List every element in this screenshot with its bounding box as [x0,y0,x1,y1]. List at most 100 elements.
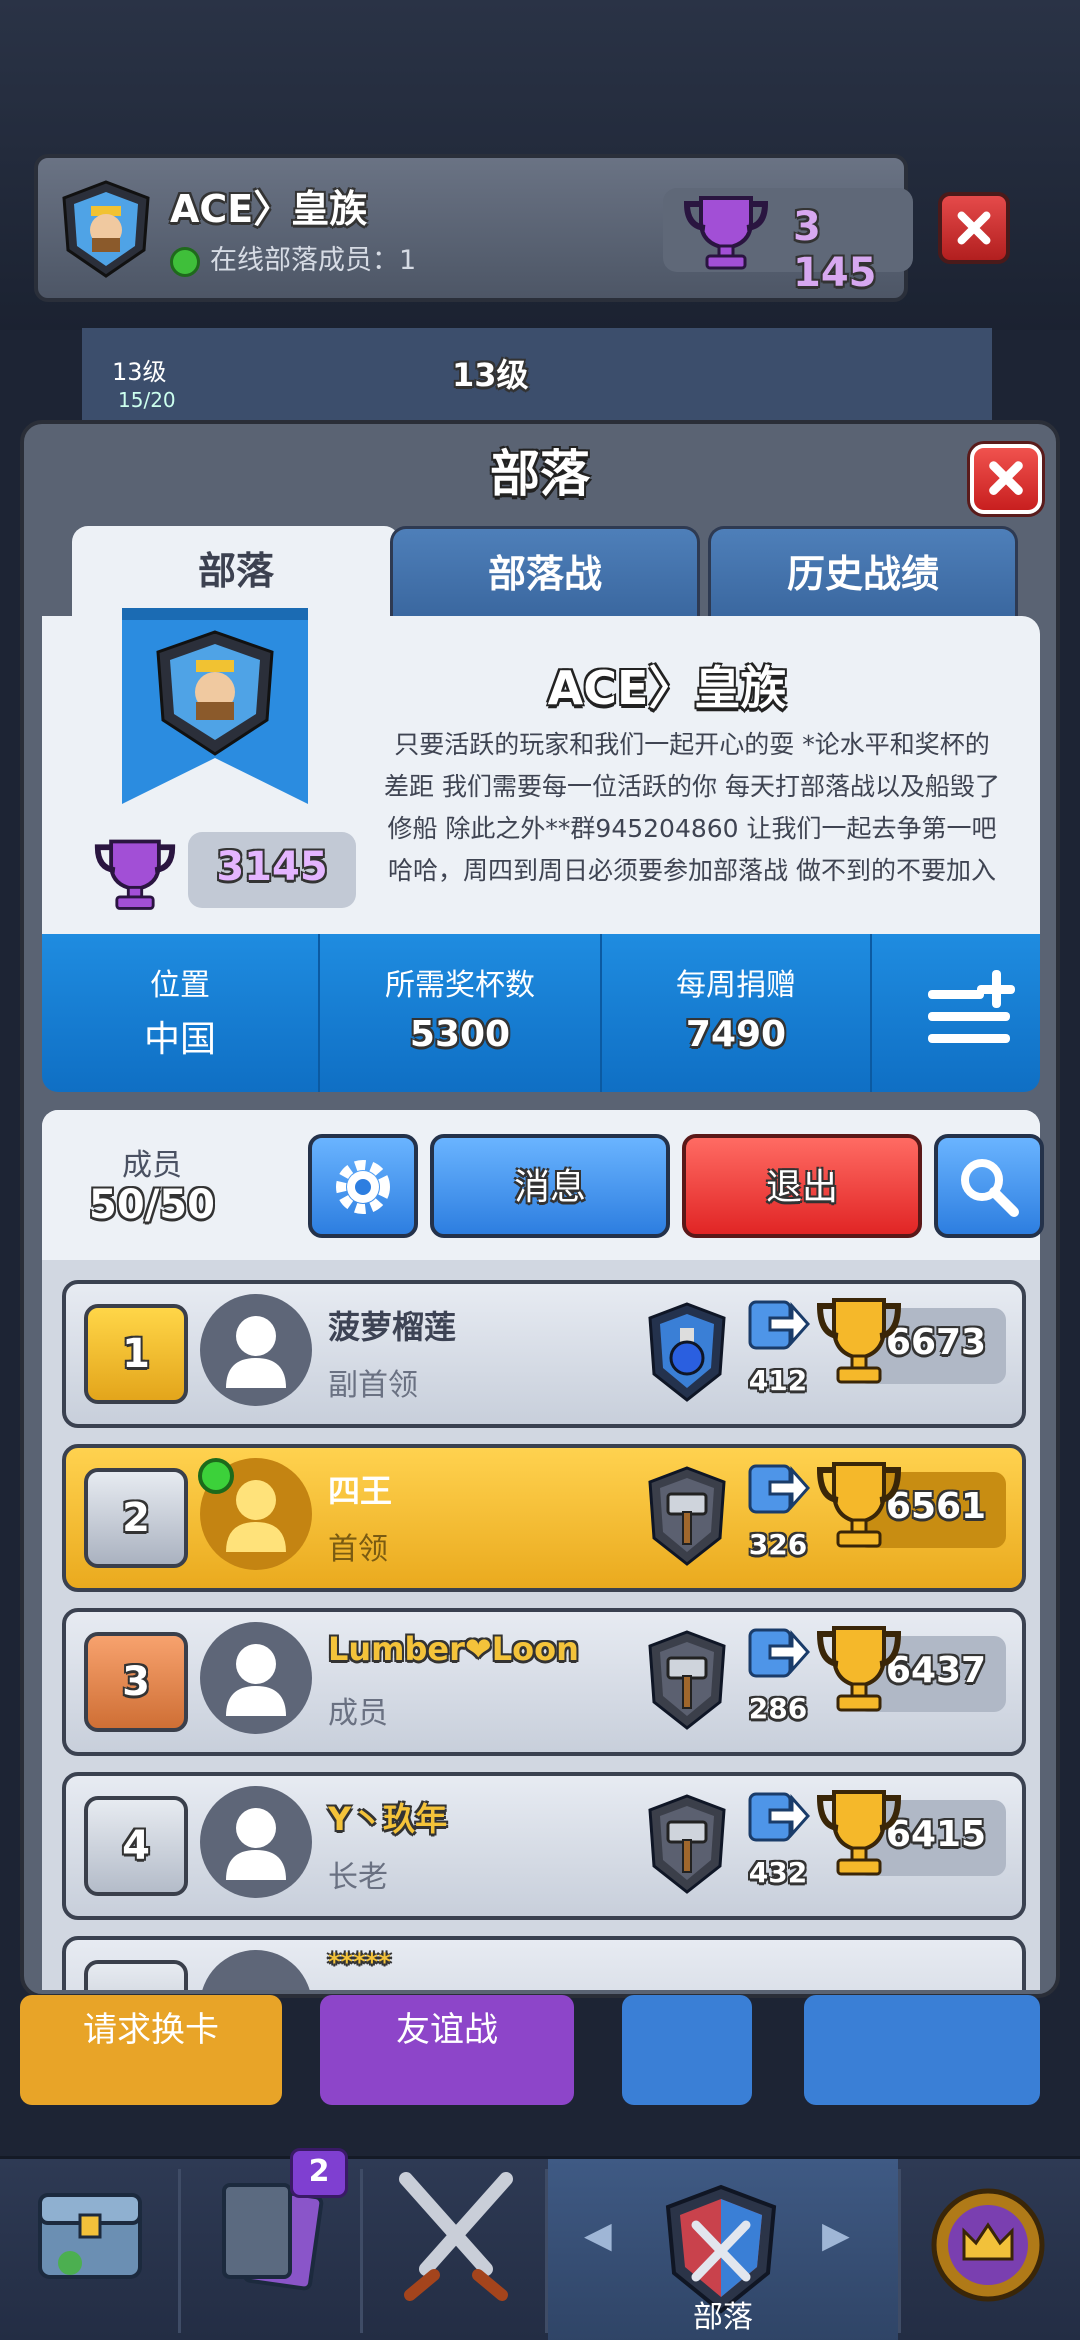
online-text: 在线部落成员：1 [210,245,417,276]
clan-name: ACE〉皇族 [170,187,368,231]
more-options-icon[interactable] [922,968,1018,1058]
member-role: 副首领 [328,1368,418,1403]
avatar [200,1950,312,1990]
trophy-icon [816,1790,902,1876]
member-name: 菠萝榴莲 [328,1308,457,1346]
nav-label-clan: 部落 [693,2300,753,2335]
stat-required-trophies: 所需奖杯数 5300 [320,934,602,1092]
member-row[interactable]: 5 ***** [62,1936,1026,1990]
request-cards-button[interactable]: 请求换卡 [20,1995,282,2105]
member-row[interactable]: 1 菠萝榴莲 副首领 412 6673 [62,1280,1026,1428]
close-header-button[interactable] [938,192,1010,264]
members-header: 成员 50/50 消息 退出 [42,1110,1044,1260]
online-dot-icon [170,246,200,277]
donation-icon [748,1300,810,1350]
nav-left-arrow-icon[interactable]: ◀ [584,2215,612,2256]
person-icon [226,1644,286,1716]
member-role: 成员 [328,1696,388,1731]
stat-required-value: 5300 [409,1014,511,1055]
close-panel-button[interactable] [970,444,1042,514]
panel-trophy-box: 3145 [188,832,356,908]
nav-divider [898,2169,901,2333]
stat-donation-value: 7490 [685,1014,787,1055]
avatar [200,1622,312,1734]
behind-level-b: 13级 [452,356,529,394]
nav-divider [178,2169,181,2333]
behind-progress: 15/20 [118,388,176,412]
stat-location-value: 中国 [143,1019,216,1060]
tab-war-history[interactable]: 历史战绩 [708,526,1018,618]
member-name: 四王 [328,1472,393,1510]
nav-divider [360,2169,363,2333]
arena-hammer-icon [648,1630,726,1730]
stat-location-label: 位置 [150,968,210,1003]
donation-icon [748,1792,810,1842]
chat-button[interactable] [804,1995,1040,2105]
clan-description: 只要活跃的玩家和我们一起开心的耍 *论水平和奖杯的差距 我们需要每一位活跃的你 … [384,730,1000,885]
friendly-battle-button[interactable]: 友谊战 [320,1995,574,2105]
member-donations: 286 [748,1692,808,1725]
member-donations: 326 [748,1528,808,1561]
events-crown-icon[interactable] [918,2159,1058,2340]
bottom-navigation: ◀ ▶ [0,2156,1080,2340]
member-role: 长老 [328,1860,388,1895]
member-rank: 2 [84,1468,188,1568]
clan-banner-icon [122,608,308,804]
stat-location: 位置 中国 [42,934,320,1092]
tab-clan-war[interactable]: 部落战 [390,526,700,618]
clan-trophy-value: 3 145 [793,204,877,296]
nav-right-arrow-icon[interactable]: ▶ [822,2215,850,2256]
person-icon [226,1316,286,1388]
trophy-icon [816,1462,902,1548]
member-role: 首领 [328,1532,388,1567]
clan-stats-bar: 位置 中国 所需奖杯数 5300 每周捐赠 7490 [42,934,1040,1092]
member-donations: 412 [748,1364,808,1397]
leave-button[interactable]: 退出 [682,1134,922,1238]
stat-donation-label: 每周捐赠 [676,968,796,1003]
member-rank: 4 [84,1796,188,1896]
cards-badge: 2 [290,2148,348,2198]
member-name: ***** [328,1948,391,1976]
panel-title: 部落 [490,445,590,503]
clan-shield-icon [62,180,150,278]
battle-swords-icon[interactable] [386,2159,526,2340]
member-rank: 5 [84,1960,188,1990]
members-list[interactable]: 1 菠萝榴莲 副首领 412 6673 2 四王 首领 326 6561 3 L… [42,1260,1040,1990]
behind-level-a: 13级 [112,358,167,386]
close-icon [957,211,991,245]
clan-title: ACE〉皇族 [547,661,787,715]
arena-hammer-icon [648,1466,726,1566]
online-members: 在线部落成员：1 [170,238,416,277]
panel-trophy-value: 3145 [216,844,328,890]
background-strip: 13级 15/20 13级 [82,328,992,424]
clan-panel: 部落 部落 部落战 历史战绩 3145 ACE〉皇族 只要活跃的玩家和我们一起开… [20,420,1060,1998]
trophy-icon [94,839,176,910]
message-button[interactable]: 消息 [430,1134,670,1238]
donation-icon [748,1464,810,1514]
member-row[interactable]: 4 Y丶玖年 长老 432 6415 [62,1772,1026,1920]
avatar [200,1294,312,1406]
member-row[interactable]: 3 Lumber❤Loon 成员 286 6437 [62,1608,1026,1756]
stat-weekly-donations: 每周捐赠 7490 [602,934,872,1092]
tab-clan[interactable]: 部落 [72,526,400,618]
clan-info-card: 3145 ACE〉皇族 只要活跃的玩家和我们一起开心的耍 *论水平和奖杯的差距 … [42,608,1040,934]
trophy-icon [816,1626,902,1712]
arena-hammer-icon [648,1794,726,1894]
member-rank: 3 [84,1632,188,1732]
stat-required-label: 所需奖杯数 [385,968,535,1003]
avatar [200,1786,312,1898]
members-count: 50/50 [89,1182,215,1228]
settings-button[interactable] [308,1134,418,1238]
online-status-icon [198,1458,234,1494]
member-name: Y丶玖年 [328,1800,448,1838]
gear-icon [336,1160,390,1214]
shop-chest-icon[interactable] [30,2159,150,2340]
person-icon [226,1808,286,1880]
member-donations: 432 [748,1856,808,1889]
trophy-icon [683,196,769,270]
search-button[interactable] [934,1134,1044,1238]
close-icon [989,461,1023,495]
emote-button[interactable] [622,1995,752,2105]
member-row-self[interactable]: 2 四王 首领 326 6561 [62,1444,1026,1592]
clan-trophy-box: 3 145 [663,188,913,296]
